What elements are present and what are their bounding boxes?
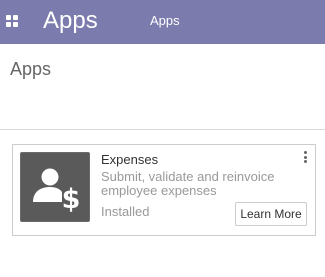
app-card-expenses[interactable]: $ Expenses Submit, validate and reinvoic… bbox=[12, 144, 316, 236]
kanban-view: $ Expenses Submit, validate and reinvoic… bbox=[0, 130, 325, 277]
svg-text:$: $ bbox=[62, 184, 81, 215]
more-options-icon[interactable] bbox=[303, 151, 307, 163]
breadcrumb: Apps bbox=[10, 59, 52, 79]
control-panel: Apps bbox=[0, 44, 325, 130]
menu-item-apps[interactable]: Apps bbox=[150, 13, 180, 29]
app-name: Expenses bbox=[101, 152, 159, 167]
app-summary: Submit, validate and reinvoice employee … bbox=[101, 169, 275, 198]
top-navbar: Apps Apps bbox=[0, 0, 325, 44]
apps-grid-icon[interactable] bbox=[6, 15, 18, 27]
install-status: Installed bbox=[101, 204, 150, 219]
app-brand-title[interactable]: Apps bbox=[43, 6, 98, 36]
user-dollar-icon: $ bbox=[20, 152, 90, 222]
learn-more-button[interactable]: Learn More bbox=[235, 202, 307, 226]
